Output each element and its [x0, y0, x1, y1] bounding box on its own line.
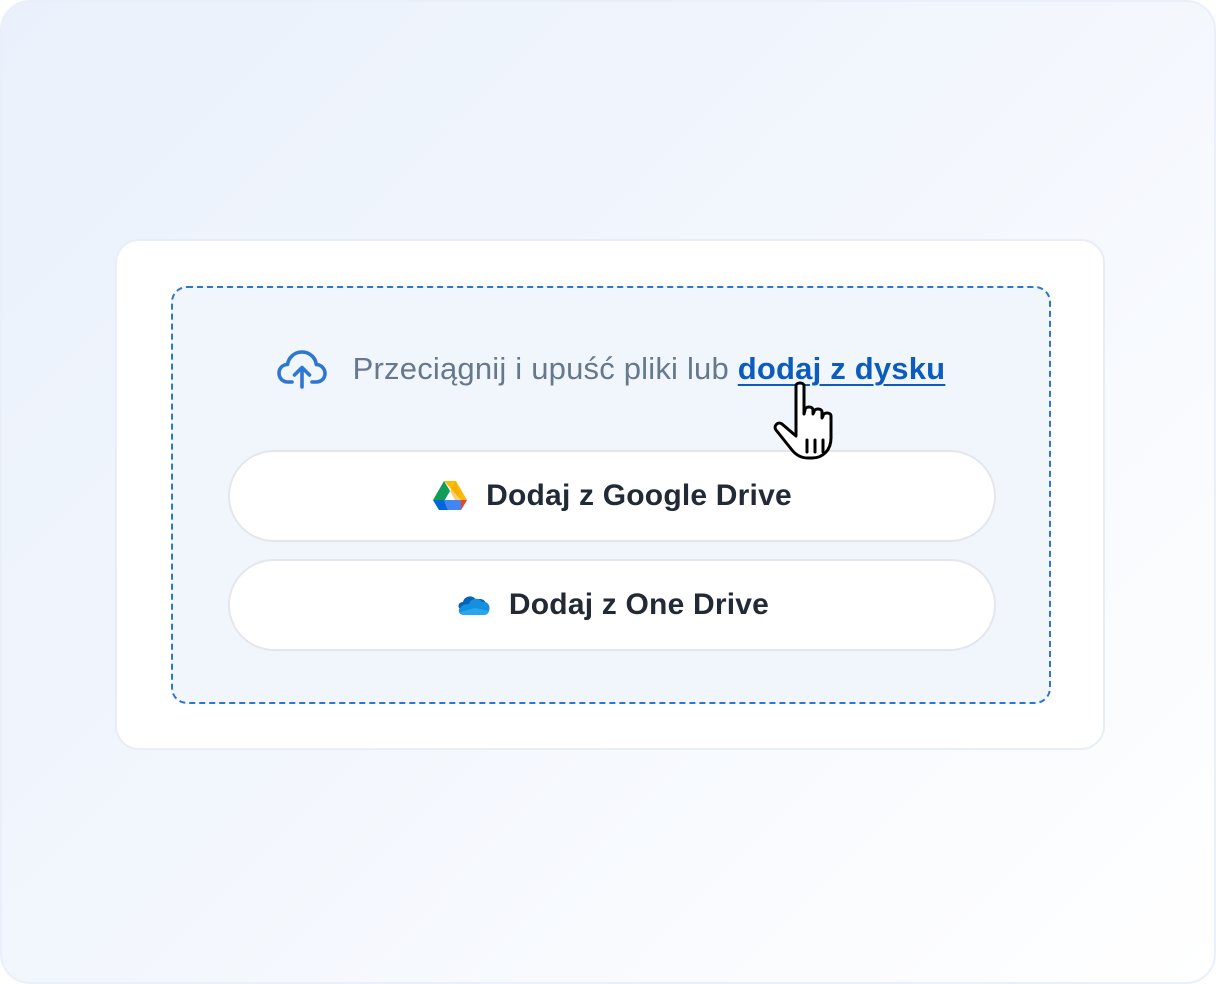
onedrive-button-label: Dodaj z One Drive: [508, 588, 770, 621]
onedrive-icon: [458, 596, 490, 615]
drag-drop-label: Przeciągnij i upuść pliki lub: [352, 351, 738, 386]
google-drive-button[interactable]: Dodaj z Google Drive: [228, 450, 996, 542]
background-frame: Przeciągnij i upuść pliki lub dodaj z dy…: [0, 0, 1216, 984]
browse-disk-link[interactable]: dodaj z dysku: [738, 351, 946, 386]
google-drive-button-label: Dodaj z Google Drive: [486, 479, 792, 512]
file-dropzone[interactable]: Przeciągnij i upuść pliki lub dodaj z dy…: [171, 286, 1051, 704]
google-drive-icon: [433, 481, 468, 510]
onedrive-button[interactable]: Dodaj z One Drive: [228, 559, 996, 651]
upload-prompt: Przeciągnij i upuść pliki lub dodaj z dy…: [173, 344, 1049, 394]
cloud-upload-icon: [276, 350, 327, 389]
upload-card: Przeciągnij i upuść pliki lub dodaj z dy…: [115, 239, 1105, 750]
upload-prompt-text: Przeciągnij i upuść pliki lub dodaj z dy…: [353, 351, 946, 387]
